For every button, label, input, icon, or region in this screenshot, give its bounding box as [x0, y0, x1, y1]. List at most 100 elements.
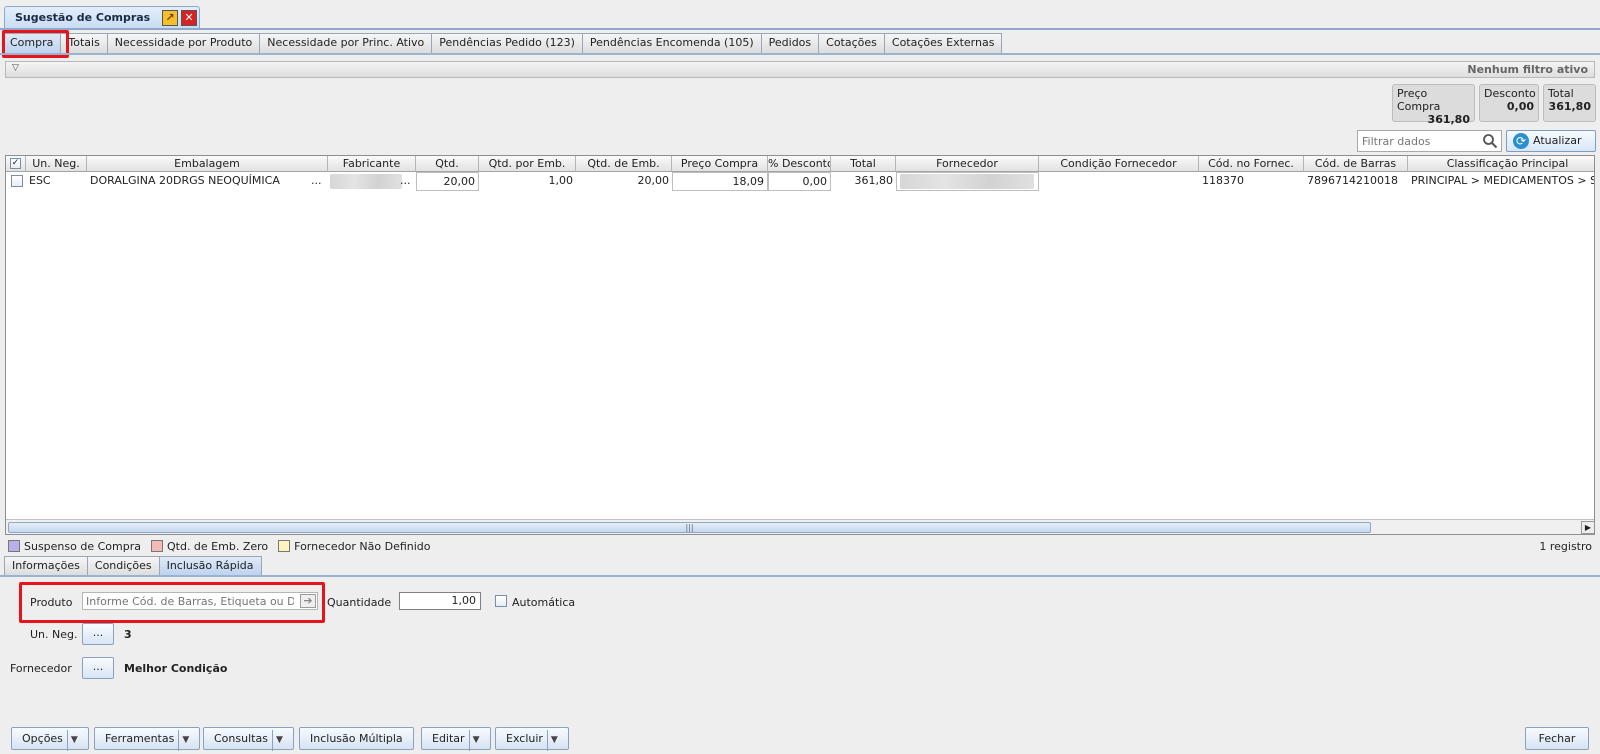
legend: Suspenso de Compra Qtd. de Emb. Zero For…: [8, 538, 441, 554]
tab-divider: [0, 53, 1600, 55]
automatica-checkbox[interactable]: [495, 595, 507, 607]
cell-classificacao: PRINCIPAL > MEDICAMENTOS > SIM: [1411, 174, 1595, 187]
total-desconto: Desconto 0,00: [1479, 84, 1539, 122]
close-icon[interactable]: ✕: [181, 10, 197, 26]
consultas-button[interactable]: Consultas ▼: [203, 727, 294, 751]
consultas-label: Consultas: [214, 732, 268, 745]
cell-fabricante-more[interactable]: ...: [400, 172, 416, 191]
produto-field[interactable]: ➔: [82, 592, 318, 610]
editar-button[interactable]: Editar ▼: [421, 727, 491, 751]
fornecedor-select-button[interactable]: ...: [82, 657, 114, 679]
cell-un-neg: ESC: [29, 174, 51, 187]
ferramentas-label: Ferramentas: [105, 732, 175, 745]
tab-cotacoes-externas[interactable]: Cotações Externas: [883, 33, 1003, 53]
scroll-right-icon[interactable]: ▶: [1581, 521, 1594, 534]
col-un-neg[interactable]: Un. Neg.: [26, 156, 87, 172]
dropdown-arrow-icon[interactable]: ▼: [178, 730, 189, 751]
total-label: Desconto: [1484, 87, 1536, 100]
window-tab[interactable]: Sugestão de Compras ↗ ✕: [4, 6, 200, 29]
col-total[interactable]: Total: [831, 156, 896, 172]
refresh-icon: ⟳: [1513, 133, 1529, 149]
grid-header: ✓ Un. Neg. Embalagem Fabricante Qtd. Qtd…: [6, 156, 1594, 172]
tab-cotacoes[interactable]: Cotações: [818, 33, 885, 53]
select-all-cell[interactable]: ✓: [6, 156, 26, 172]
col-qtd[interactable]: Qtd.: [416, 156, 479, 172]
tab-pedidos[interactable]: Pedidos: [760, 33, 820, 53]
tab-necessidade-princ-ativo[interactable]: Necessidade por Princ. Ativo: [259, 33, 433, 53]
col-qtd-de-emb[interactable]: Qtd. de Emb.: [576, 156, 672, 172]
col-cod-barras[interactable]: Cód. de Barras: [1304, 156, 1408, 172]
un-neg-label: Un. Neg.: [30, 628, 78, 641]
horizontal-scrollbar[interactable]: ||| ▶: [6, 519, 1594, 534]
total-value: 361,80: [1548, 100, 1591, 113]
dropdown-arrow-icon[interactable]: ▼: [271, 730, 283, 751]
total-label: Preço Compra: [1397, 87, 1441, 113]
table-row[interactable]: ESC DORALGINA 20DRGS NEOQUÍMICA ... ... …: [6, 172, 1595, 191]
cell-desconto[interactable]: 0,00: [768, 172, 831, 191]
search-box[interactable]: [1357, 130, 1502, 152]
legend-swatch: [8, 540, 20, 552]
arrow-right-icon[interactable]: ➔: [300, 594, 316, 608]
main-tabs: Compra Totais Necessidade por Produto Ne…: [2, 33, 1003, 54]
select-all-checkbox[interactable]: ✓: [10, 158, 21, 169]
scrollbar-thumb[interactable]: |||: [8, 522, 1371, 533]
record-count: 1 registro: [1539, 540, 1592, 553]
cell-qtd[interactable]: 20,00: [416, 172, 479, 191]
tab-condicoes[interactable]: Condições: [86, 556, 160, 576]
col-desconto[interactable]: % Desconto: [768, 156, 831, 172]
col-classificacao[interactable]: Classificação Principal: [1408, 156, 1594, 172]
refresh-label: Atualizar: [1533, 134, 1582, 147]
col-condicao-fornecedor[interactable]: Condição Fornecedor: [1039, 156, 1199, 172]
search-icon[interactable]: [1482, 133, 1498, 149]
inclusao-multipla-button[interactable]: Inclusão Múltipla: [299, 727, 414, 750]
ferramentas-button[interactable]: Ferramentas ▼: [94, 727, 201, 751]
col-fornecedor[interactable]: Fornecedor: [896, 156, 1039, 172]
excluir-label: Excluir: [506, 732, 543, 745]
cell-preco-compra[interactable]: 18,09: [672, 172, 768, 191]
dropdown-arrow-icon[interactable]: ▼: [546, 730, 558, 751]
tab-informacoes[interactable]: Informações: [4, 556, 88, 576]
dropdown-arrow-icon[interactable]: ▼: [468, 730, 480, 751]
fechar-button[interactable]: Fechar: [1525, 727, 1589, 750]
col-cod-fornec[interactable]: Cód. no Fornec.: [1199, 156, 1304, 172]
legend-item: Qtd. de Emb. Zero: [150, 539, 269, 553]
purchase-grid[interactable]: ✓ Un. Neg. Embalagem Fabricante Qtd. Qtd…: [5, 155, 1595, 535]
search-input[interactable]: [1358, 131, 1478, 151]
un-neg-select-button[interactable]: ...: [82, 623, 114, 645]
tab-inclusao-rapida[interactable]: Inclusão Rápida: [158, 556, 262, 576]
opcoes-button[interactable]: Opções ▼: [11, 727, 89, 751]
tab-pendencias-encomenda[interactable]: Pendências Encomenda (105): [581, 33, 762, 53]
produto-input[interactable]: [83, 593, 297, 609]
tab-necessidade-produto[interactable]: Necessidade por Produto: [106, 33, 261, 53]
row-checkbox[interactable]: [11, 175, 23, 187]
quantidade-input[interactable]: 1,00: [399, 592, 481, 610]
excluir-button[interactable]: Excluir ▼: [495, 727, 569, 751]
cell-embalagem-more[interactable]: ...: [308, 172, 328, 191]
cell-condicao-fornecedor: [1039, 172, 1199, 191]
window-divider: [0, 28, 1600, 30]
legend-swatch: [150, 540, 163, 552]
tab-pendencias-pedido[interactable]: Pendências Pedido (123): [431, 33, 583, 53]
legend-item: Fornecedor Não Definido: [278, 540, 431, 553]
tab-divider: [0, 575, 1600, 577]
legend-label: Qtd. de Emb. Zero: [166, 539, 269, 553]
cell-qtd-de-emb: 20,00: [637, 174, 670, 187]
redacted-fabricante: [330, 174, 402, 189]
window-title: Sugestão de Compras: [15, 11, 151, 24]
filter-bar[interactable]: ▽ Nenhum filtro ativo: [5, 61, 1595, 78]
dropdown-arrow-icon[interactable]: ▼: [66, 730, 78, 751]
col-fabricante[interactable]: Fabricante: [328, 156, 416, 172]
cell-fornecedor[interactable]: [896, 172, 1039, 191]
total-total: Total 361,80: [1543, 84, 1596, 122]
detach-icon[interactable]: ↗: [162, 10, 178, 26]
col-embalagem[interactable]: Embalagem: [87, 156, 328, 172]
legend-item: Suspenso de Compra: [8, 540, 141, 553]
refresh-button[interactable]: ⟳ Atualizar: [1506, 130, 1596, 152]
triangle-down-icon[interactable]: ▽: [12, 63, 19, 73]
col-preco-compra[interactable]: Preço Compra: [672, 156, 768, 172]
legend-label: Suspenso de Compra: [24, 539, 141, 553]
total-value: 361,80: [1427, 113, 1470, 126]
cell-cod-barras: 7896714210018: [1307, 174, 1398, 187]
col-qtd-por-emb[interactable]: Qtd. por Emb.: [479, 156, 576, 172]
produto-label: Produto: [30, 596, 73, 609]
